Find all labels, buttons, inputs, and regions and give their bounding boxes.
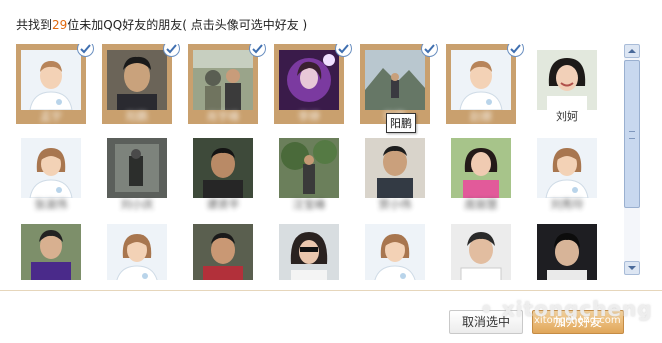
friend-card[interactable]: 庞丽慧	[446, 132, 516, 212]
friend-card[interactable]	[188, 218, 258, 280]
friend-name: 赵娜	[470, 110, 492, 123]
friend-card[interactable]: 汪宝峰	[274, 132, 344, 212]
friend-avatar[interactable]	[279, 50, 339, 110]
friend-avatar[interactable]	[279, 224, 339, 280]
scroll-down-button[interactable]	[624, 261, 640, 275]
friend-grid: 孟宇阳鹏肖宇峰李婷阳鹏赵娜刘妸张淑伟刘小庆谭贤平汪宝峰贺小伟庞丽慧刘秀玲	[16, 44, 608, 280]
friend-avatar[interactable]	[107, 224, 167, 280]
friend-card[interactable]: 刘妸	[532, 44, 602, 124]
friend-card[interactable]	[360, 218, 430, 280]
check-icon[interactable]	[421, 44, 438, 57]
header-suffix: 位未加QQ好友的朋友	[67, 18, 183, 32]
friend-name: 李婷	[298, 110, 320, 123]
friend-card[interactable]: 阳鹏	[102, 44, 180, 124]
scroll-track[interactable]	[624, 58, 640, 261]
friend-card[interactable]: 赵娜	[446, 44, 524, 124]
friend-avatar[interactable]	[537, 224, 597, 280]
grip-icon	[629, 131, 635, 139]
friend-avatar[interactable]	[107, 50, 167, 110]
friend-name: 孟宇	[40, 110, 62, 123]
friend-avatar[interactable]	[193, 138, 253, 198]
scroll-up-button[interactable]	[624, 44, 640, 58]
friend-card[interactable]	[446, 218, 516, 280]
friend-card[interactable]: 孟宇	[16, 44, 94, 124]
friend-name: 刘妸	[556, 110, 578, 123]
friend-avatar[interactable]	[21, 224, 81, 280]
friend-card[interactable]: 张淑伟	[16, 132, 86, 212]
check-icon[interactable]	[163, 44, 180, 57]
friend-avatar[interactable]	[107, 138, 167, 198]
friend-name: 贺小伟	[378, 198, 412, 211]
friend-name: 张淑伟	[34, 198, 68, 211]
name-tooltip: 阳鹏	[386, 113, 416, 133]
scroll-thumb[interactable]	[624, 60, 640, 208]
friend-card[interactable]: 谭贤平	[188, 132, 258, 212]
friend-avatar[interactable]	[451, 224, 511, 280]
friend-avatar[interactable]	[21, 50, 81, 110]
friend-card[interactable]	[274, 218, 344, 280]
friend-avatar[interactable]	[21, 138, 81, 198]
header-prefix: 共找到	[16, 18, 53, 32]
friend-card[interactable]: 刘秀玲	[532, 132, 602, 212]
friend-name: 汪宝峰	[292, 198, 326, 211]
watermark-url: xitongcheng.com	[534, 315, 621, 326]
friend-avatar[interactable]	[193, 224, 253, 280]
friend-card[interactable]: 李婷	[274, 44, 352, 124]
friend-avatar[interactable]	[451, 138, 511, 198]
friend-card[interactable]: 阳鹏	[360, 44, 438, 124]
friend-name: 肖宇峰	[206, 110, 240, 123]
check-icon[interactable]	[77, 44, 94, 57]
friend-name: 刘小庆	[120, 198, 154, 211]
check-icon[interactable]	[507, 44, 524, 57]
friend-card[interactable]	[102, 218, 172, 280]
arrow-up-icon	[628, 49, 636, 53]
check-icon[interactable]	[335, 44, 352, 57]
vertical-scrollbar[interactable]	[624, 44, 640, 275]
friend-card[interactable]: 刘小庆	[102, 132, 172, 212]
friend-card[interactable]	[16, 218, 86, 280]
friend-name: 阳鹏	[126, 110, 148, 123]
friend-name: 谭贤平	[206, 198, 240, 211]
result-header: 共找到29位未加QQ好友的朋友( 点击头像可选中好友 )	[16, 16, 307, 33]
arrow-down-icon	[628, 266, 636, 270]
friend-count: 29	[52, 18, 68, 32]
friend-avatar[interactable]	[279, 138, 339, 198]
friend-card[interactable]	[532, 218, 602, 280]
friend-card[interactable]: 肖宇峰	[188, 44, 266, 124]
friend-name: 庞丽慧	[464, 198, 498, 211]
check-icon[interactable]	[249, 44, 266, 57]
friend-card[interactable]: 贺小伟	[360, 132, 430, 212]
friend-avatar[interactable]	[365, 50, 425, 110]
friend-avatar[interactable]	[365, 138, 425, 198]
friend-avatar[interactable]	[451, 50, 511, 110]
friend-name: 刘秀玲	[550, 198, 584, 211]
friend-avatar[interactable]	[537, 138, 597, 198]
header-hint: ( 点击头像可选中好友 )	[182, 18, 308, 32]
friend-avatar[interactable]	[537, 50, 597, 110]
friend-avatar[interactable]	[365, 224, 425, 280]
friend-avatar[interactable]	[193, 50, 253, 110]
